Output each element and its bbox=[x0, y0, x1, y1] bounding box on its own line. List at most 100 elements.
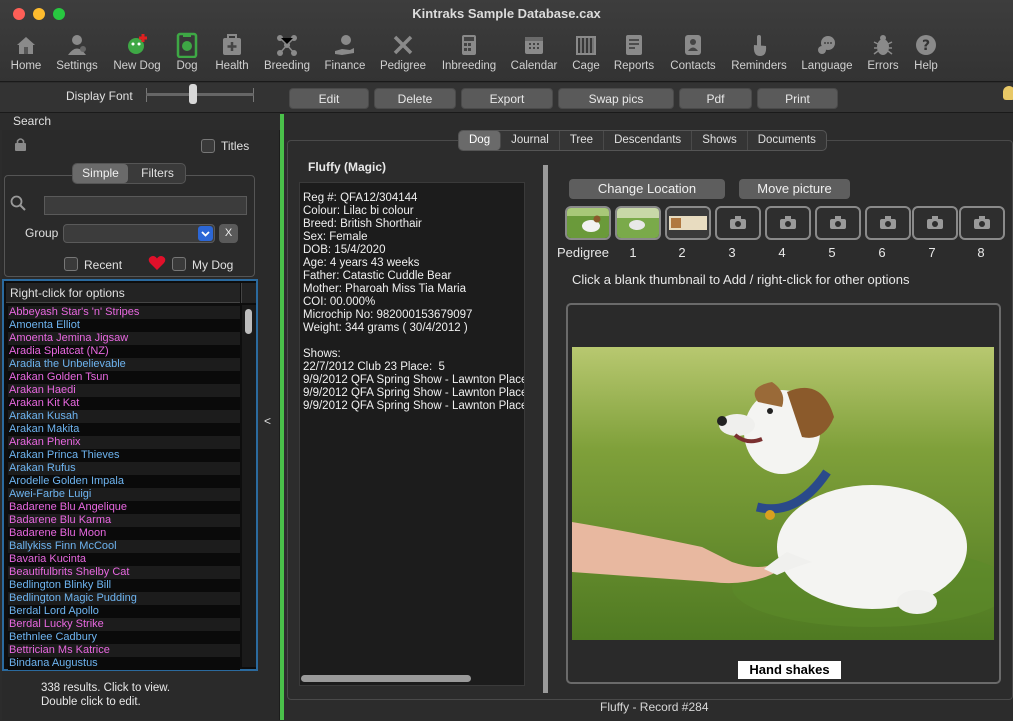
toolbar-breeding[interactable]: Breeding bbox=[262, 28, 312, 78]
title-bar: Kintraks Sample Database.cax Home Settin… bbox=[0, 0, 1013, 82]
toolbar-reminders[interactable]: Reminders bbox=[730, 28, 788, 78]
list-item[interactable]: Arakan Phenix bbox=[8, 436, 240, 449]
tab-simple[interactable]: Simple bbox=[73, 164, 128, 183]
delete-button[interactable]: Delete bbox=[374, 88, 456, 109]
list-item[interactable]: Bedlington Blinky Bill bbox=[8, 579, 240, 592]
list-item[interactable]: Berdal Lucky Strike bbox=[8, 618, 240, 631]
list-scrollbar-thumb[interactable] bbox=[245, 309, 252, 334]
bug-icon bbox=[873, 35, 893, 55]
lock-icon[interactable] bbox=[14, 137, 27, 151]
list-item[interactable]: Amoenta Jemina Jigsaw bbox=[8, 332, 240, 345]
list-item[interactable]: Aradia Splatcat (NZ) bbox=[8, 345, 240, 358]
tab-shows[interactable]: Shows bbox=[692, 131, 748, 150]
reminders-hand-icon bbox=[753, 35, 767, 56]
toolbar-calendar[interactable]: Calendar bbox=[509, 28, 559, 78]
list-item[interactable]: Abbeyash Star's 'n' Stripes bbox=[8, 306, 240, 319]
info-splitter[interactable] bbox=[543, 165, 548, 693]
toolbar-reports[interactable]: Reports bbox=[612, 28, 656, 78]
tab-dog[interactable]: Dog bbox=[459, 131, 502, 150]
list-item[interactable]: Bavaria Kucinta bbox=[8, 553, 240, 566]
list-item[interactable]: Aradia the Unbelievable bbox=[8, 358, 240, 371]
list-item[interactable]: Amoenta Elliot bbox=[8, 319, 240, 332]
list-item[interactable]: Beautifulbrits Shelby Cat bbox=[8, 566, 240, 579]
list-item[interactable]: Bedlington Magic Pudding bbox=[8, 592, 240, 605]
tab-documents[interactable]: Documents bbox=[748, 131, 826, 150]
toolbar-contacts[interactable]: Contacts bbox=[667, 28, 719, 78]
list-item[interactable]: Ballykiss Finn McCool bbox=[8, 540, 240, 553]
thumbnail-3[interactable] bbox=[715, 206, 761, 240]
swap-pics-button[interactable]: Swap pics bbox=[558, 88, 674, 109]
thumbnail-5[interactable] bbox=[815, 206, 861, 240]
toolbar-errors[interactable]: Errors bbox=[864, 28, 902, 78]
tab-journal[interactable]: Journal bbox=[501, 131, 560, 150]
tab-filters[interactable]: Filters bbox=[130, 164, 185, 183]
list-item[interactable]: Arakan Haedi bbox=[8, 384, 240, 397]
display-font-slider[interactable] bbox=[146, 93, 254, 96]
tab-descendants[interactable]: Descendants bbox=[604, 131, 693, 150]
list-item[interactable]: Arodelle Golden Impala bbox=[8, 475, 240, 488]
certificate-thumbnail bbox=[667, 208, 709, 238]
toolbar-home[interactable]: Home bbox=[8, 28, 44, 78]
clear-group-button[interactable]: X bbox=[219, 224, 238, 243]
list-item[interactable]: Bindana Augustus bbox=[8, 657, 240, 670]
list-item[interactable]: Arakan Makita bbox=[8, 423, 240, 436]
list-item[interactable]: Arakan Golden Tsun bbox=[8, 371, 240, 384]
list-item[interactable]: Bettrician Ms Katrice bbox=[8, 644, 240, 657]
group-select[interactable] bbox=[63, 224, 215, 243]
tab-tree[interactable]: Tree bbox=[560, 131, 605, 150]
dog-list[interactable]: Right-click for options Abbeyash Star's … bbox=[2, 279, 258, 671]
list-item[interactable]: Bethnlee Cadbury bbox=[8, 631, 240, 644]
my-dog-checkbox[interactable] bbox=[172, 257, 186, 271]
thumbnail-2[interactable] bbox=[665, 206, 711, 240]
results-text: 338 results. Click to view. Double click… bbox=[41, 681, 170, 709]
list-item[interactable]: Badarene Blu Moon bbox=[8, 527, 240, 540]
search-section-label: Search bbox=[13, 114, 52, 128]
toolbar-language[interactable]: Language bbox=[799, 28, 855, 78]
list-item[interactable]: Arakan Princa Thieves bbox=[8, 449, 240, 462]
edit-button[interactable]: Edit bbox=[289, 88, 369, 109]
list-item[interactable]: Berdal Lord Apollo bbox=[8, 605, 240, 618]
toolbar-inbreeding[interactable]: Inbreeding bbox=[440, 28, 498, 78]
print-button[interactable]: Print bbox=[757, 88, 838, 109]
list-item[interactable]: Arakan Rufus bbox=[8, 462, 240, 475]
display-font-label: Display Font bbox=[66, 89, 133, 103]
dog-info-text: Reg #: QFA12/304144 Colour: Lilac bi col… bbox=[303, 192, 525, 412]
toolbar-pedigree[interactable]: Pedigree bbox=[378, 28, 428, 78]
collapse-panel-button[interactable]: < bbox=[264, 414, 271, 428]
recent-checkbox[interactable] bbox=[64, 257, 78, 271]
list-item[interactable]: Badarene Blu Angelique bbox=[8, 501, 240, 514]
list-item[interactable]: Arakan Kusah bbox=[8, 410, 240, 423]
dog-info-box[interactable]: Reg #: QFA12/304144 Colour: Lilac bi col… bbox=[299, 182, 525, 686]
change-location-button[interactable]: Change Location bbox=[569, 179, 725, 199]
camera-icon bbox=[780, 216, 796, 229]
thumbnail-7[interactable] bbox=[912, 206, 958, 240]
display-font-slider-knob[interactable] bbox=[189, 84, 197, 104]
toolbar-cage[interactable]: Cage bbox=[570, 28, 602, 78]
toolbar-help[interactable]: ? Help bbox=[911, 28, 941, 78]
toolbar-dog[interactable]: Dog bbox=[172, 28, 202, 78]
thumbnail-8[interactable] bbox=[959, 206, 1005, 240]
titles-checkbox[interactable] bbox=[201, 139, 215, 153]
move-picture-button[interactable]: Move picture bbox=[739, 179, 850, 199]
chevron-down-icon[interactable] bbox=[198, 226, 213, 241]
search-input[interactable] bbox=[44, 196, 247, 215]
thumbnail-1[interactable] bbox=[615, 206, 661, 240]
toolbar-finance[interactable]: Finance bbox=[323, 28, 367, 78]
list-scrollbar[interactable] bbox=[242, 305, 256, 667]
dog-photo[interactable] bbox=[572, 347, 994, 640]
pdf-button[interactable]: Pdf bbox=[679, 88, 752, 109]
list-item[interactable]: Arakan Kit Kat bbox=[8, 397, 240, 410]
tip-bulb-icon[interactable] bbox=[1003, 86, 1013, 100]
toolbar-new-dog[interactable]: New Dog bbox=[111, 28, 163, 78]
toolbar-settings[interactable]: Settings bbox=[52, 28, 102, 78]
thumbnail-6[interactable] bbox=[865, 206, 911, 240]
list-item[interactable]: Badarene Blu Karma bbox=[8, 514, 240, 527]
thumb-label-2: 2 bbox=[678, 245, 686, 260]
toolbar-health[interactable]: Health bbox=[213, 28, 251, 78]
list-item[interactable]: Awei-Farbe Luigi bbox=[8, 488, 240, 501]
export-button[interactable]: Export bbox=[461, 88, 553, 109]
thumbnail-pedigree[interactable] bbox=[565, 206, 611, 240]
thumbnail-4[interactable] bbox=[765, 206, 811, 240]
info-horizontal-scrollbar[interactable] bbox=[301, 675, 471, 682]
panel-splitter[interactable] bbox=[280, 114, 284, 720]
